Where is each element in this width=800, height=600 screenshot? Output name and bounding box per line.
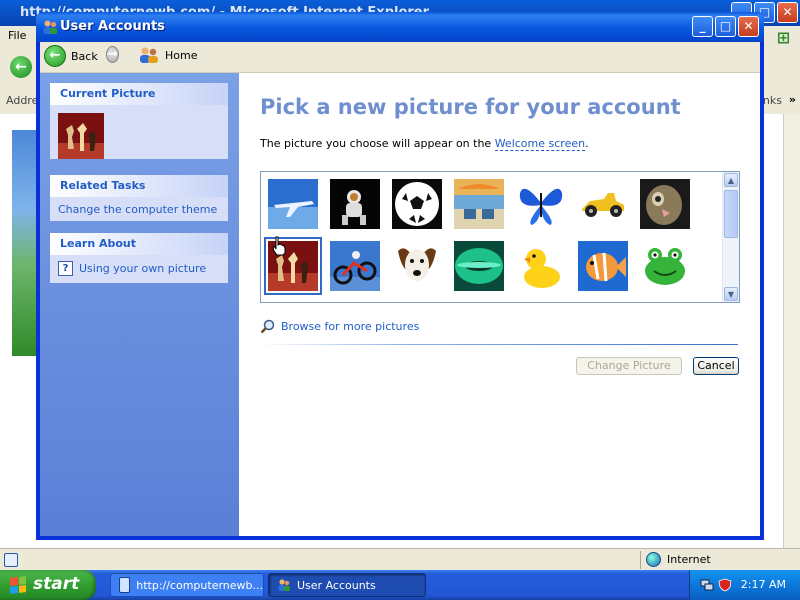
- window-body: ← Back → Home Current Picture Related Ta…: [40, 42, 760, 536]
- maximize-button[interactable]: □: [715, 16, 736, 37]
- status-divider: [640, 551, 641, 569]
- home-label: Home: [165, 48, 198, 62]
- picture-butterfly-icon[interactable]: [516, 179, 566, 229]
- separator: [260, 344, 738, 345]
- window-title: User Accounts: [60, 19, 165, 34]
- magnifier-icon: [260, 319, 275, 334]
- user-accounts-title-bar[interactable]: User Accounts _ □ ✕: [36, 12, 764, 42]
- page-description: The picture you choose will appear on th…: [260, 137, 589, 151]
- windows-logo-icon: ⊞: [776, 28, 790, 47]
- arrow-left-icon: ←: [44, 45, 66, 67]
- change-theme-link[interactable]: Change the computer theme: [50, 197, 228, 222]
- panel-header: Learn About: [50, 233, 228, 255]
- panel-body: [50, 105, 228, 168]
- ie-back-icon[interactable]: ←: [10, 56, 32, 78]
- picture-astronaut-icon[interactable]: [330, 179, 380, 229]
- description-text: The picture you choose will appear on th…: [260, 137, 495, 150]
- current-picture-panel: Current Picture: [50, 83, 228, 159]
- users-home-icon: [140, 47, 158, 63]
- picture-fish-bowl-icon[interactable]: [454, 241, 504, 291]
- chevron-right-icon[interactable]: »: [789, 93, 796, 106]
- taskbar-item-user-accounts[interactable]: User Accounts: [268, 573, 426, 597]
- picture-list-scrollbar[interactable]: ▲ ▼: [722, 172, 739, 302]
- start-button[interactable]: start: [0, 570, 96, 600]
- help-link-label: Using your own picture: [79, 262, 207, 275]
- network-icon[interactable]: [700, 578, 714, 592]
- picture-soccer-ball-icon[interactable]: [392, 179, 442, 229]
- picture-fish-icon[interactable]: [578, 241, 628, 291]
- home-button[interactable]: Home: [138, 46, 197, 64]
- related-tasks-panel: Related Tasks Change the computer theme: [50, 175, 228, 221]
- users-icon: [278, 579, 290, 591]
- ie-page-image: [12, 130, 36, 356]
- picture-dirt-bike-icon[interactable]: [330, 241, 380, 291]
- users-icon: [43, 20, 57, 34]
- windows-flag-icon: [10, 576, 26, 594]
- back-button[interactable]: ← Back: [44, 45, 98, 67]
- panel-header: Related Tasks: [50, 175, 228, 197]
- clock[interactable]: 2:17 AM: [741, 578, 786, 591]
- minimize-button[interactable]: _: [692, 16, 713, 37]
- forward-button[interactable]: →: [106, 45, 119, 65]
- welcome-screen-link[interactable]: Welcome screen: [494, 137, 586, 151]
- scroll-down-icon[interactable]: ▼: [724, 287, 738, 301]
- picture-cat-icon[interactable]: [640, 179, 690, 229]
- help-icon: ?: [58, 261, 73, 276]
- user-accounts-window: User Accounts _ □ ✕ ← Back → Home Curren…: [36, 12, 764, 540]
- change-picture-button[interactable]: Change Picture: [576, 357, 682, 375]
- picture-frog-icon[interactable]: [640, 241, 690, 291]
- back-label: Back: [71, 49, 98, 63]
- browse-label: Browse for more pictures: [281, 320, 420, 333]
- taskbar-item-label: http://computernewb...: [136, 578, 263, 592]
- cancel-button[interactable]: Cancel: [693, 357, 739, 375]
- ie-scrollbar[interactable]: [783, 114, 800, 548]
- taskbar-item-label: User Accounts: [297, 578, 376, 592]
- arrow-right-icon: →: [106, 46, 119, 63]
- browse-pictures-link[interactable]: Browse for more pictures: [260, 319, 419, 334]
- security-zone-label: Internet: [667, 553, 711, 566]
- taskbar-item-ie[interactable]: http://computernewb...: [110, 573, 264, 597]
- description-end: .: [585, 137, 589, 150]
- close-button[interactable]: ✕: [738, 16, 759, 37]
- current-picture-chess-icon: [58, 113, 104, 159]
- picture-rubber-duck-icon[interactable]: [516, 241, 566, 291]
- task-pane: Current Picture Related Tasks Change the…: [40, 73, 239, 536]
- start-label: start: [33, 574, 80, 594]
- page-icon: [4, 553, 18, 567]
- picture-beach-chairs-icon[interactable]: [454, 179, 504, 229]
- taskbar: start http://computernewb... User Accoun…: [0, 570, 800, 600]
- page-title: Pick a new picture for your account: [260, 95, 681, 119]
- scroll-thumb[interactable]: [724, 190, 738, 238]
- security-shield-icon[interactable]: [718, 578, 732, 592]
- globe-icon: [646, 552, 661, 567]
- system-tray: 2:17 AM: [689, 570, 800, 600]
- ie-menu-file[interactable]: File: [8, 29, 26, 42]
- picture-dog-icon[interactable]: [392, 241, 442, 291]
- own-picture-help-link[interactable]: ? Using your own picture: [50, 255, 228, 282]
- scroll-up-icon[interactable]: ▲: [724, 173, 738, 187]
- security-zone: Internet: [646, 552, 711, 567]
- ie-status-bar: Internet: [0, 548, 800, 571]
- main-pane: Pick a new picture for your account The …: [239, 73, 760, 536]
- picture-race-car-icon[interactable]: [578, 179, 628, 229]
- hand-cursor-icon: [272, 236, 286, 256]
- picture-airplane-icon[interactable]: [268, 179, 318, 229]
- ie-icon: [119, 577, 131, 593]
- ie-close-button[interactable]: ✕: [777, 2, 798, 23]
- learn-about-panel: Learn About ? Using your own picture: [50, 233, 228, 283]
- picture-list: ▲ ▼: [260, 171, 740, 303]
- panel-header: Current Picture: [50, 83, 228, 105]
- navigation-toolbar: ← Back → Home: [40, 42, 760, 73]
